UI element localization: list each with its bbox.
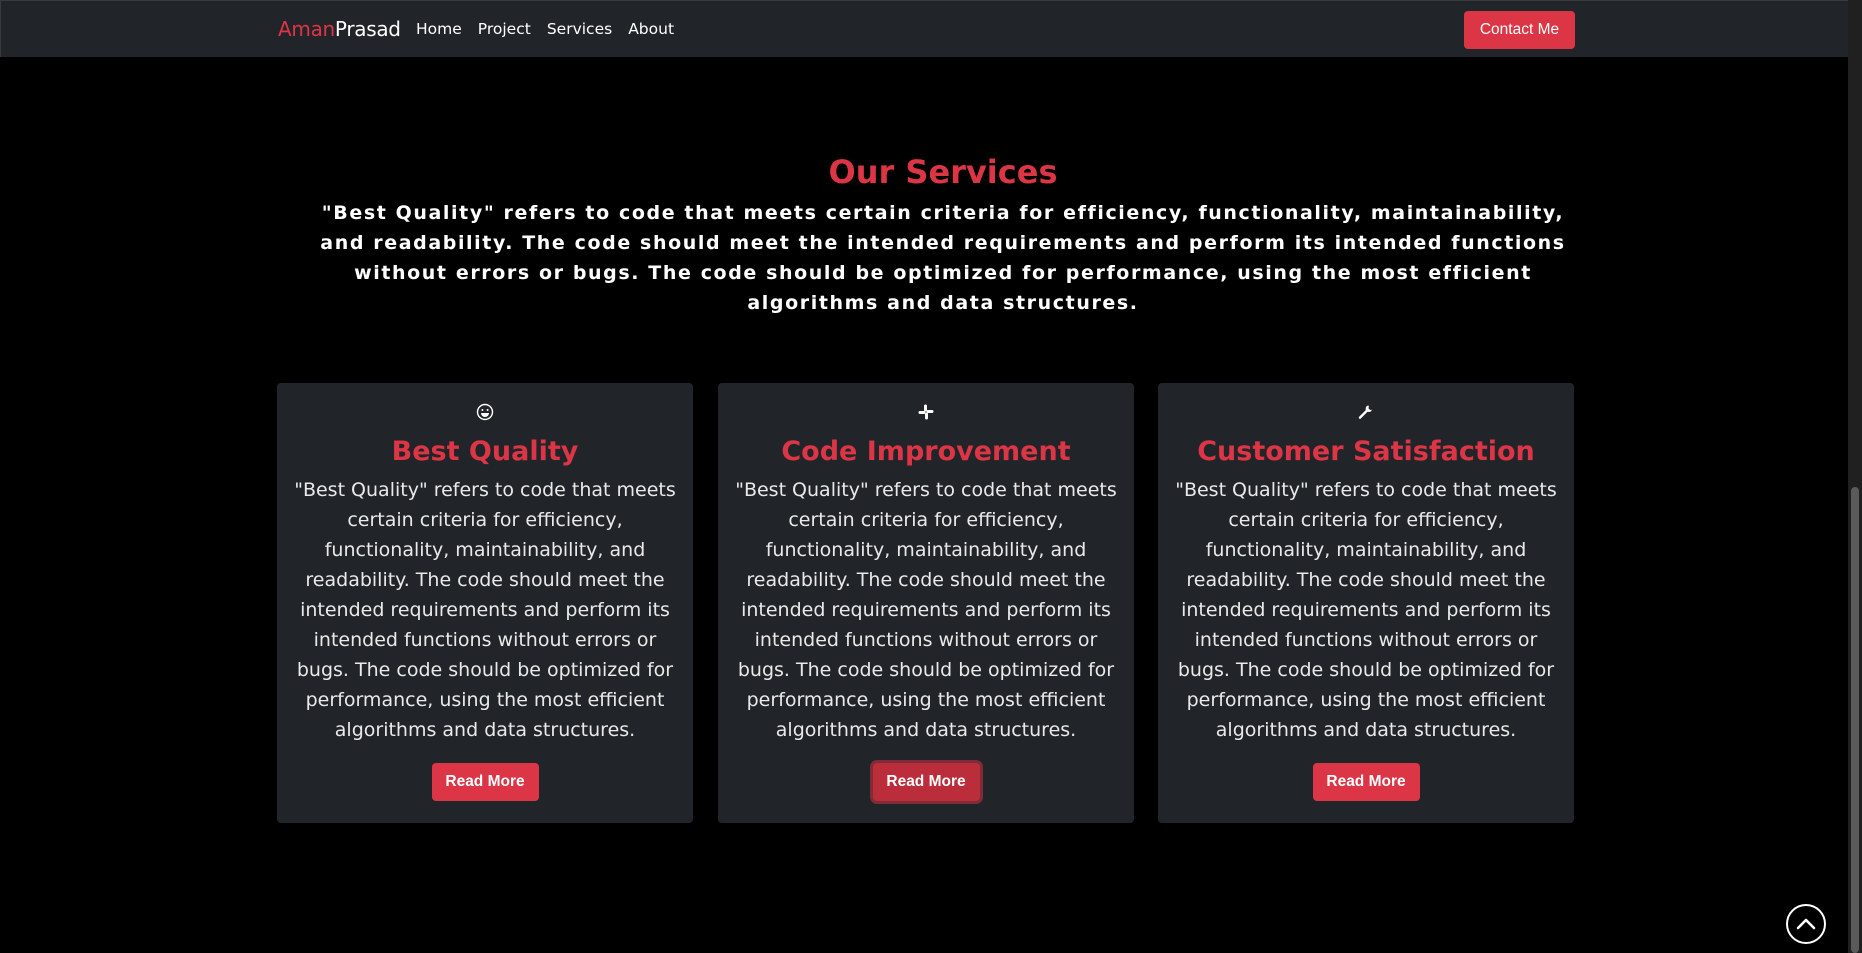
brand-first-name: Aman bbox=[278, 17, 335, 41]
smile-icon bbox=[475, 403, 495, 423]
page: AmanPrasad Home Project Services About C… bbox=[0, 0, 1862, 953]
nav-link-services[interactable]: Services bbox=[547, 19, 612, 39]
read-more-button[interactable]: Read More bbox=[1312, 763, 1420, 801]
card-title: Best Quality bbox=[391, 436, 579, 467]
wrench-icon bbox=[1356, 403, 1376, 423]
card-text: "Best Quality" refers to code that meets… bbox=[1175, 479, 1557, 741]
nav-link-project[interactable]: Project bbox=[478, 19, 531, 39]
card-title: Code Improvement bbox=[781, 436, 1071, 467]
service-card-best-quality: Best Quality "Best Quality" refers to co… bbox=[277, 383, 693, 823]
nav-link-about[interactable]: About bbox=[628, 19, 674, 39]
brand-logo[interactable]: AmanPrasad bbox=[278, 16, 401, 42]
services-title: Our Services bbox=[828, 153, 1058, 191]
service-card-customer-satisfaction: Customer Satisfaction "Best Quality" ref… bbox=[1158, 383, 1574, 823]
services-description: "Best Quality" refers to code that meets… bbox=[320, 202, 1566, 314]
chevron-up-icon bbox=[1788, 906, 1824, 942]
scrollbar-thumb[interactable] bbox=[1851, 487, 1859, 953]
navbar: AmanPrasad Home Project Services About C… bbox=[0, 0, 1848, 57]
card-title: Customer Satisfaction bbox=[1197, 436, 1535, 467]
contact-me-button[interactable]: Contact Me bbox=[1464, 11, 1575, 49]
read-more-button[interactable]: Read More bbox=[872, 763, 980, 801]
nav-links: Home Project Services About bbox=[416, 19, 690, 39]
brand-last-name: Prasad bbox=[334, 17, 401, 41]
slack-icon bbox=[916, 403, 936, 423]
nav-link-home[interactable]: Home bbox=[416, 19, 462, 39]
service-card-code-improvement: Code Improvement "Best Quality" refers t… bbox=[718, 383, 1134, 823]
card-text: "Best Quality" refers to code that meets… bbox=[294, 479, 676, 741]
page-scrollbar[interactable] bbox=[1848, 0, 1862, 953]
card-text: "Best Quality" refers to code that meets… bbox=[735, 479, 1117, 741]
read-more-button[interactable]: Read More bbox=[431, 763, 539, 801]
back-to-top-button[interactable] bbox=[1786, 904, 1826, 944]
